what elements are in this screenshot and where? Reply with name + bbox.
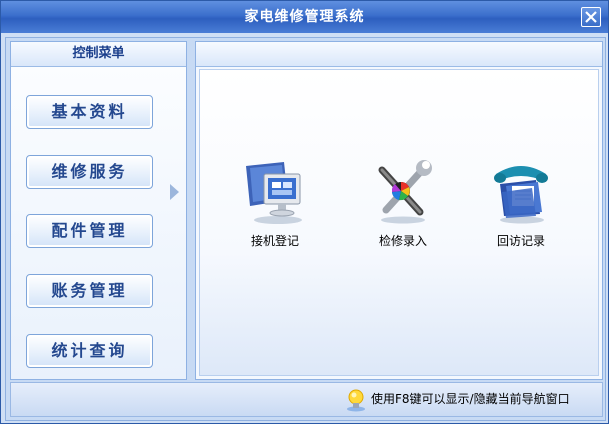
func-intake-registration-label: 接机登记	[250, 234, 299, 248]
phone-folder-icon	[486, 156, 556, 226]
func-follow-up-record[interactable]: 回访记录	[476, 156, 566, 249]
nav-repair-service-button[interactable]: 维修服务	[26, 155, 153, 189]
window-title: 家电维修管理系统	[244, 9, 365, 25]
status-bar: 使用F8键可以显示/隐藏当前导航窗口	[10, 382, 603, 417]
control-menu-header: 控制菜单	[11, 42, 186, 67]
func-follow-up-record-label: 回访记录	[496, 234, 545, 248]
main-panel-header	[196, 42, 602, 67]
title-bar: 家电维修管理系统	[1, 1, 608, 33]
nav-statistics-query-button[interactable]: 统计查询	[26, 334, 153, 368]
control-menu-body: 基本资料 维修服务 配件管理 账务管理 统计查询	[11, 67, 186, 379]
func-repair-entry-label: 检修录入	[378, 234, 427, 248]
main-panel-body: 接机登记 检修录入 回访记录	[199, 69, 599, 376]
status-hint-text: 使用F8键可以显示/隐藏当前导航窗口	[371, 392, 570, 406]
monitor-icon	[240, 156, 310, 226]
app-window: 家电维修管理系统 控制菜单 基本资料 维修服务 配件管理 账务管理 统计查询 接…	[0, 0, 609, 424]
nav-basic-info-button[interactable]: 基本资料	[26, 95, 153, 129]
nav-parts-management-button[interactable]: 配件管理	[26, 214, 153, 248]
func-repair-entry[interactable]: 检修录入	[358, 156, 448, 249]
main-panel: 接机登记 检修录入 回访记录	[195, 41, 603, 380]
lightbulb-icon	[345, 388, 367, 412]
close-icon	[585, 11, 597, 23]
nav-accounts-management-button[interactable]: 账务管理	[26, 274, 153, 308]
close-button[interactable]	[581, 7, 601, 27]
active-arrow-icon	[170, 184, 179, 200]
control-menu-panel: 控制菜单 基本资料 维修服务 配件管理 账务管理 统计查询	[10, 41, 187, 380]
func-intake-registration[interactable]: 接机登记	[230, 156, 320, 249]
tools-icon	[368, 156, 438, 226]
content-frame: 控制菜单 基本资料 维修服务 配件管理 账务管理 统计查询 接机登记 检修录入 …	[5, 37, 606, 421]
